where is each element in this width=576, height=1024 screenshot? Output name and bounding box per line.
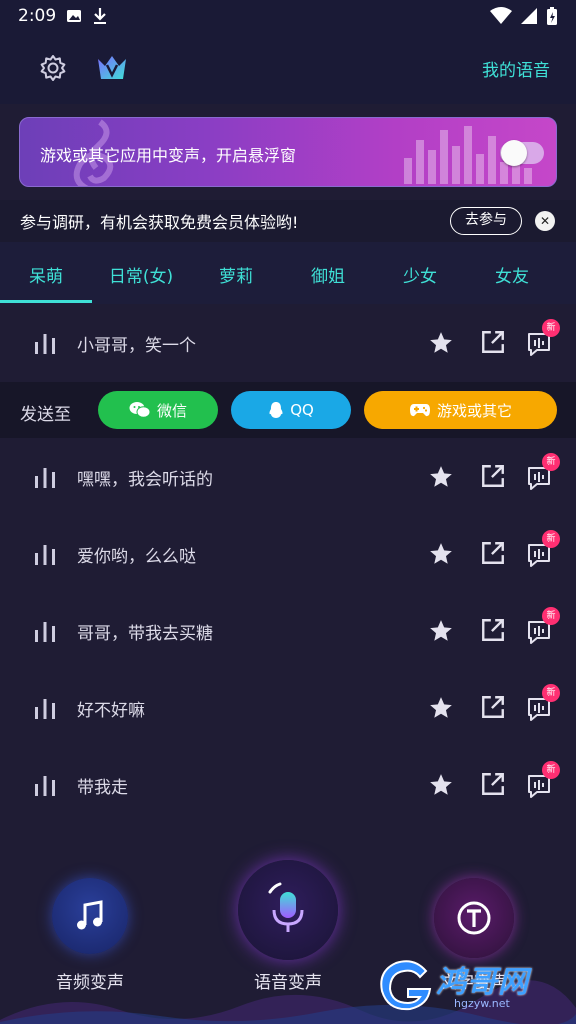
new-badge: 新 [542,530,560,548]
tab-yujie[interactable]: 御姐 [311,262,345,287]
category-tabs: 呆萌 日常(女) 萝莉 御姐 少女 女友 [0,242,576,304]
new-badge: 新 [542,607,560,625]
settings-gear-icon[interactable] [38,53,68,83]
send-qq-button[interactable]: QQ [231,391,351,429]
survey-text: 参与调研，有机会获取免费会员体验哟! [20,213,299,232]
voice-clip-label: 嘿嘿，我会听话的 [77,470,213,490]
sound-bars-icon [35,622,55,642]
voice-clip-label: 爱你哟，么么哒 [77,547,196,567]
share-open-icon[interactable] [480,694,506,720]
active-tab-indicator [0,300,92,303]
send-to-bar: 发送至 微信 QQ 游戏或其它 [0,382,576,438]
close-survey-icon[interactable]: ✕ [535,211,555,231]
favorite-star-icon[interactable] [428,618,454,644]
top-bar: 我的语音 [0,32,576,104]
favorite-star-icon[interactable] [428,695,454,721]
audio-change-label: 音频变声 [56,973,124,993]
watermark-url: hgzyw.net [454,997,510,1010]
float-window-toggle[interactable] [500,140,544,166]
sound-bars-icon [35,468,55,488]
favorite-star-icon[interactable] [428,541,454,567]
voice-clip-label: 好不好嘛 [77,701,145,721]
sound-bars-icon [35,545,55,565]
status-bar: 2:09 [0,0,576,32]
sound-bars-icon [35,699,55,719]
battery-icon [547,7,557,25]
watermark-logo-icon [380,960,432,1011]
favorite-star-icon[interactable] [428,464,454,490]
voice-clip-row[interactable]: 好不好嘛 新 [0,670,576,747]
music-note-icon [77,900,103,930]
voice-clip-row[interactable]: 带我走 新 [0,747,576,824]
send-to-label: 发送至 [20,405,71,425]
send-game-label: 游戏或其它 [436,401,512,420]
voice-clip-row[interactable]: 小哥哥，笑一个 新 [0,305,576,382]
toggle-knob [501,140,527,166]
wechat-icon [129,402,151,418]
float-window-banner[interactable]: 游戏或其它应用中变声，开启悬浮窗 [19,117,557,187]
sound-bars-icon [35,334,55,354]
favorite-star-icon[interactable] [428,772,454,798]
tab-girl[interactable]: 少女 [403,262,437,287]
tab-loli[interactable]: 萝莉 [219,262,253,287]
voice-clip-row[interactable]: 哥哥，带我去买糖 新 [0,593,576,670]
wifi-icon [490,7,512,24]
signal-icon [521,8,537,24]
vip-crown-icon[interactable] [96,53,128,83]
share-open-icon[interactable] [480,463,506,489]
qq-penguin-icon [269,402,283,418]
status-time: 2:09 [18,6,57,26]
site-watermark: 鸿哥网 hgzyw.net [374,955,574,1017]
image-notification-icon [67,10,82,22]
survey-bar: 参与调研，有机会获取免费会员体验哟! 去参与 ✕ [0,200,576,242]
share-open-icon[interactable] [480,329,506,355]
voice-change-button[interactable] [238,860,338,960]
voice-clip-label: 小哥哥，笑一个 [77,336,196,356]
watermark-text: 鸿哥网 [436,965,529,1000]
new-badge: 新 [542,453,560,471]
voice-clip-row[interactable]: 嘿嘿，我会听话的 新 [0,439,576,516]
my-voice-link[interactable]: 我的语音 [482,56,550,81]
send-wechat-button[interactable]: 微信 [98,391,218,429]
send-wechat-label: 微信 [156,401,187,420]
new-badge: 新 [542,684,560,702]
voice-clip-row[interactable]: 爱你哟，么么哒 新 [0,516,576,593]
voice-clip-label: 带我走 [77,778,128,798]
new-badge: 新 [542,319,560,337]
share-open-icon[interactable] [480,540,506,566]
voice-clip-label: 哥哥，带我去买糖 [77,624,213,644]
favorite-star-icon[interactable] [428,330,454,356]
microphone-icon [268,882,304,932]
tab-daily-female[interactable]: 日常(女) [109,262,173,287]
share-open-icon[interactable] [480,617,506,643]
download-notification-icon [94,8,107,24]
join-survey-button[interactable]: 去参与 [450,207,522,235]
text-t-icon [457,901,491,935]
tab-girlfriend[interactable]: 女友 [495,262,529,287]
send-qq-label: QQ [290,401,314,419]
gamepad-icon [409,404,430,417]
float-banner-text: 游戏或其它应用中变声，开启悬浮窗 [40,146,297,165]
new-badge: 新 [542,761,560,779]
send-game-button[interactable]: 游戏或其它 [364,391,557,429]
text-change-button[interactable] [434,878,514,958]
audio-change-button[interactable] [52,878,128,954]
share-open-icon[interactable] [480,771,506,797]
sound-bars-icon [35,776,55,796]
tab-daimeng[interactable]: 呆萌 [29,262,63,287]
voice-change-label: 语音变声 [254,973,322,993]
